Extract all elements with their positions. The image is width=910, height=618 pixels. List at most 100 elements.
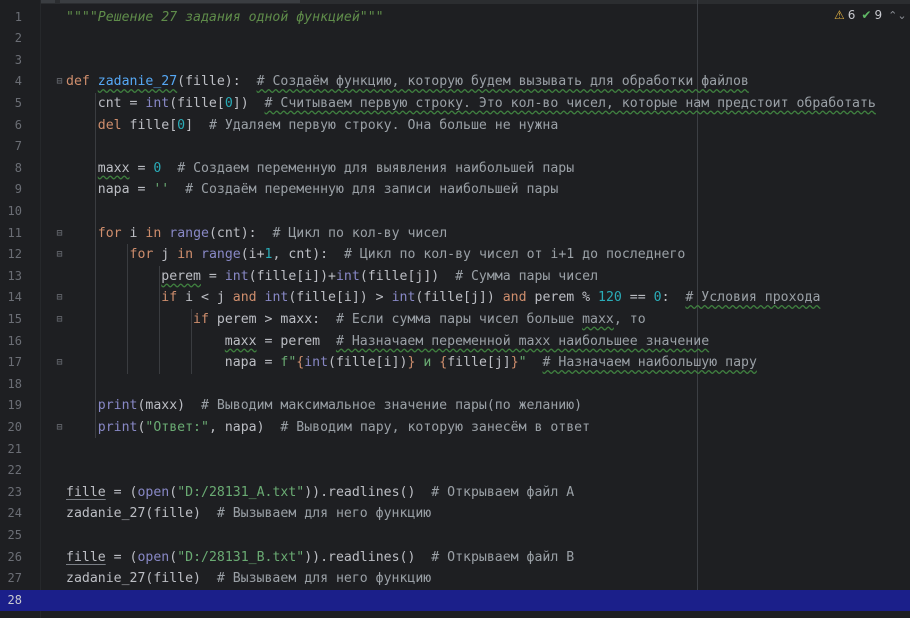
- inspection-widget[interactable]: ⚠ 6 ✔ 9 ⌃⌄: [834, 8, 907, 22]
- fold-icon[interactable]: ⊟: [55, 228, 64, 240]
- code-editor[interactable]: 1 """"Решение 27 задания одной функцией""…: [0, 0, 910, 618]
- passed-count: 9: [874, 8, 883, 22]
- code-text[interactable]: zadanie_27(fille) # Вызываем для него фу…: [66, 568, 431, 590]
- fold-icon[interactable]: ⊟: [55, 422, 64, 434]
- code-text[interactable]: maxx = 0 # Создаем переменную для выявле…: [66, 158, 574, 180]
- code-line[interactable]: 18: [0, 374, 910, 396]
- code-line[interactable]: 21: [0, 439, 910, 461]
- code-line[interactable]: 20 print("Ответ:", napa) # Выводим пару,…: [0, 417, 910, 439]
- code-text[interactable]: for i in range(cnt): # Цикл по кол-ву чи…: [66, 223, 447, 245]
- code-line[interactable]: 11 for i in range(cnt): # Цикл по кол-ву…: [0, 223, 910, 245]
- code-line[interactable]: 22: [0, 460, 910, 482]
- code-line[interactable]: 12 for j in range(i+1, cnt): # Цикл по к…: [0, 244, 910, 266]
- code-text[interactable]: cnt = int(fille[0]) # Считываем первую с…: [66, 93, 876, 115]
- code-token: # Удаляем первую строку. Она больше не н…: [208, 117, 559, 133]
- code-token: range: [201, 247, 241, 263]
- code-text[interactable]: maxx = perem # Назначаем переменной maxx…: [66, 331, 709, 353]
- line-number: 23: [7, 484, 22, 499]
- code-text[interactable]: perem = int(fille[i])+int(fille[j]) # Су…: [66, 266, 598, 288]
- code-token: (fille[j]): [415, 290, 503, 306]
- code-token: range: [169, 225, 209, 241]
- code-line[interactable]: 13 perem = int(fille[i])+int(fille[j]) #…: [0, 266, 910, 288]
- code-line[interactable]: 6 del fille[0] # Удаляем первую строку. …: [0, 115, 910, 137]
- code-text[interactable]: def zadanie_27(fille): # Создаём функцию…: [66, 71, 749, 93]
- code-token: (fille):: [177, 74, 257, 90]
- navigate-arrows-icon[interactable]: ⌃⌄: [888, 9, 906, 22]
- code-token: fille[j]: [447, 355, 511, 371]
- code-line[interactable]: 27 zadanie_27(fille) # Вызываем для него …: [0, 568, 910, 590]
- code-line[interactable]: 19 print(maxx) # Выводим максимальное зн…: [0, 395, 910, 417]
- code-line[interactable]: 10: [0, 201, 910, 223]
- code-token: # Условия прохода: [685, 290, 821, 306]
- code-line[interactable]: 4 def zadanie_27(fille): # Создаём функци…: [0, 71, 910, 93]
- code-text[interactable]: napa = '' # Создаём переменную для запис…: [66, 179, 559, 201]
- code-token: 0: [224, 95, 233, 111]
- code-token: (fille[j]): [359, 268, 456, 284]
- fold-icon[interactable]: ⊟: [55, 357, 64, 369]
- code-line[interactable]: 25: [0, 525, 910, 547]
- code-line[interactable]: 2: [0, 28, 910, 50]
- code-token: int: [145, 95, 170, 111]
- fold-icon[interactable]: ⊟: [55, 292, 64, 304]
- code-token: open: [137, 549, 170, 565]
- code-token: open: [137, 484, 170, 500]
- code-text[interactable]: for j in range(i+1, cnt): # Цикл по кол-…: [66, 244, 686, 266]
- code-token: # Вызываем для него функцию: [216, 571, 432, 587]
- code-token: maxx: [224, 333, 257, 349]
- code-token: и: [415, 355, 440, 371]
- line-number: 26: [7, 549, 22, 564]
- code-token: napa =: [66, 182, 154, 198]
- code-token: fille: [66, 484, 106, 500]
- code-line[interactable]: 24 zadanie_27(fille) # Вызываем для него …: [0, 503, 910, 525]
- code-token: if: [193, 311, 217, 327]
- code-token: perem > maxx:: [216, 311, 336, 327]
- code-token: i: [129, 225, 146, 241]
- code-text[interactable]: print(maxx) # Выводим максимальное значе…: [66, 395, 582, 417]
- code-token: = perem: [256, 333, 336, 349]
- code-token: = (: [105, 549, 138, 565]
- code-line[interactable]: 9 napa = '' # Создаём переменную для зап…: [0, 179, 910, 201]
- code-text[interactable]: print("Ответ:", napa) # Выводим пару, ко…: [66, 417, 590, 439]
- code-line[interactable]: 14 if i < j and int(fille[i]) > int(fill…: [0, 287, 910, 309]
- code-line[interactable]: 1 """"Решение 27 задания одной функцией""…: [0, 7, 910, 29]
- code-text[interactable]: fille = (open("D:/28131_B.txt")).readlin…: [66, 547, 574, 569]
- code-token: )).readlines(): [304, 549, 432, 565]
- code-line[interactable]: 8 maxx = 0 # Создаем переменную для выяв…: [0, 158, 910, 180]
- code-token: # Создаём переменную для записи наибольш…: [185, 182, 559, 198]
- fold-icon[interactable]: ⊟: [55, 76, 64, 88]
- code-line[interactable]: 26 fille = (open("D:/28131_B.txt")).readl…: [0, 547, 910, 569]
- code-text[interactable]: """"Решение 27 задания одной функцией""": [66, 7, 384, 29]
- code-line[interactable]: 17 napa = f"{int(fille[i])} и {fille[j]}…: [0, 352, 910, 374]
- code-text[interactable]: del fille[0] # Удаляем первую строку. Он…: [66, 115, 559, 137]
- code-line[interactable]: 16 maxx = perem # Назначаем переменной m…: [0, 331, 910, 353]
- code-text[interactable]: if perem > maxx: # Если сумма пары чисел…: [66, 309, 646, 331]
- code-token: # Вызываем для него функцию: [216, 506, 432, 522]
- code-token: zadanie_27(fille): [66, 506, 217, 522]
- line-number: 9: [14, 182, 22, 197]
- fold-icon[interactable]: ⊟: [55, 314, 64, 326]
- code-line[interactable]: 23 fille = (open("D:/28131_A.txt")).readl…: [0, 482, 910, 504]
- code-text[interactable]: napa = f"{int(fille[i])} и {fille[j]}" #…: [66, 352, 757, 374]
- line-number: 3: [14, 52, 22, 67]
- code-text[interactable]: zadanie_27(fille) # Вызываем для него фу…: [66, 503, 431, 525]
- code-line[interactable]: 15 if perem > maxx: # Если сумма пары чи…: [0, 309, 910, 331]
- code-line[interactable]: 7: [0, 136, 910, 158]
- code-text[interactable]: if i < j and int(fille[i]) > int(fille[j…: [66, 287, 820, 309]
- line-number: 2: [14, 31, 22, 46]
- fold-icon[interactable]: ⊟: [55, 249, 64, 261]
- line-number: 11: [7, 225, 22, 240]
- code-line[interactable]: 5 cnt = int(fille[0]) # Считываем первую…: [0, 93, 910, 115]
- code-line[interactable]: 3: [0, 50, 910, 72]
- code-text[interactable]: fille = (open("D:/28131_A.txt")).readlin…: [66, 482, 574, 504]
- code-token: "D:/28131_B.txt": [177, 549, 305, 565]
- code-line[interactable]: 28: [0, 589, 910, 612]
- code-token: (fille[i]) >: [288, 290, 392, 306]
- line-number: 28: [7, 592, 22, 607]
- code-token: (: [169, 549, 178, 565]
